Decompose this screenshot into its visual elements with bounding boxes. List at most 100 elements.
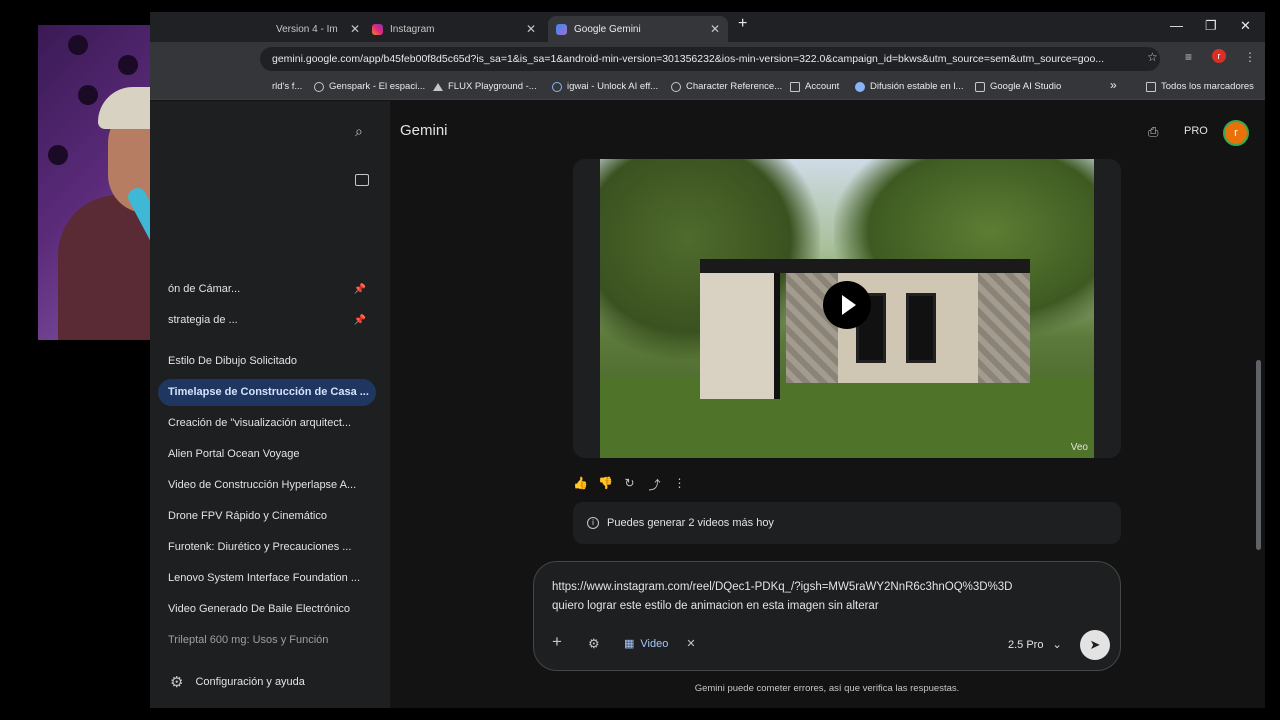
page-title[interactable]: Gemini bbox=[400, 122, 448, 139]
sidebar-item[interactable]: Creación de "visualización arquitect... bbox=[158, 410, 376, 437]
response-actions: 👍 👎 ↻ ⤴ ⋮ bbox=[573, 476, 686, 493]
disclaimer: Gemini puede cometer errores, así que ve… bbox=[694, 683, 960, 694]
sidebar-item[interactable]: Furotenk: Diurético y Precauciones ... bbox=[158, 534, 376, 561]
sidebar-item[interactable]: Trileptal 600 mg: Usos y Función bbox=[158, 627, 376, 654]
add-icon[interactable]: + bbox=[552, 632, 562, 652]
close-icon[interactable]: ✕ bbox=[710, 22, 720, 36]
thumbs-down-icon[interactable]: 👎 bbox=[598, 476, 613, 493]
video-frame-house bbox=[700, 259, 1030, 399]
sidebar-item-label: Drone FPV Rápido y Cinemático bbox=[168, 510, 327, 522]
sidebar-item-label: Lenovo System Interface Foundation ... bbox=[168, 572, 361, 584]
tab-gemini[interactable]: Google Gemini ✕ bbox=[548, 16, 728, 42]
settings-button[interactable]: ⚙ Configuración y ayuda bbox=[170, 673, 305, 691]
chevron-down-icon: ⌄ bbox=[1052, 639, 1062, 651]
address-toolbar: gemini.google.com/app/b45feb00f8d5c65d?i… bbox=[150, 42, 1265, 76]
sidebar-item[interactable]: Video Generado De Baile Electrónico bbox=[158, 596, 376, 623]
sidebar-item[interactable]: strategia de ... 📌 bbox=[158, 307, 376, 334]
browser-window: Version 4 - Im ✕ Instagram ✕ Google Gemi… bbox=[150, 12, 1265, 708]
video-tool-chip[interactable]: ▦ Video ✕ bbox=[624, 637, 696, 651]
pro-badge: PRO bbox=[1184, 125, 1208, 137]
info-icon: i bbox=[587, 517, 599, 530]
bookmark-label: Todos los marcadores bbox=[1161, 81, 1254, 92]
all-bookmarks-button[interactable]: Todos los marcadores bbox=[1146, 81, 1254, 92]
sidebar-item[interactable]: Estilo De Dibujo Solicitado bbox=[158, 348, 376, 375]
close-icon[interactable]: ✕ bbox=[686, 637, 695, 650]
more-options-icon[interactable]: ⋮ bbox=[673, 476, 686, 493]
star-icon[interactable]: ☆ bbox=[1147, 50, 1158, 64]
media-icon[interactable]: ≡ bbox=[1185, 50, 1192, 64]
notice-text: Puedes generar 2 videos más hoy bbox=[607, 517, 774, 529]
calendar-icon: ▦ bbox=[624, 638, 635, 650]
prompt-input[interactable]: https://www.instagram.com/reel/DQec1-PDK… bbox=[552, 578, 1102, 616]
tab-title: Google Gemini bbox=[574, 23, 641, 35]
bookmark-label: Google AI Studio bbox=[990, 81, 1062, 92]
close-window-icon[interactable]: ✕ bbox=[1240, 18, 1251, 34]
bookmark-item[interactable]: Character Reference... bbox=[671, 81, 782, 92]
play-icon[interactable] bbox=[823, 281, 871, 329]
bookmarks-overflow-button[interactable]: » bbox=[1110, 78, 1117, 92]
new-tab-button[interactable]: + bbox=[738, 15, 747, 33]
close-icon[interactable]: ✕ bbox=[350, 22, 360, 36]
igwai-icon bbox=[552, 81, 562, 92]
bookmark-label: Difusión estable en l... bbox=[870, 81, 964, 92]
tab-title: Version 4 - Im bbox=[276, 23, 338, 35]
video-quota-notice: i Puedes generar 2 videos más hoy bbox=[573, 502, 1121, 544]
share-icon[interactable]: ⤴ bbox=[648, 476, 661, 493]
model-selector[interactable]: 2.5 Pro ⌄ bbox=[1008, 638, 1062, 651]
new-chat-icon[interactable] bbox=[355, 174, 369, 186]
veo-watermark: Veo bbox=[1070, 442, 1088, 453]
bookmark-label: FLUX Playground -... bbox=[448, 81, 537, 92]
bookmark-item[interactable]: Genspark - El espaci... bbox=[314, 81, 425, 92]
sidebar-item[interactable]: Drone FPV Rápido y Cinemático bbox=[158, 503, 376, 530]
sidebar-item-label: strategia de ... bbox=[168, 314, 238, 326]
bookmark-label: Account bbox=[805, 81, 840, 92]
chip-label: Video bbox=[640, 637, 669, 650]
sidebar-item-label: Timelapse de Construcción de Casa ... bbox=[168, 386, 369, 398]
sidebar: ⌕ ón de Cámar... 📌 strategia de ... 📌 Esti… bbox=[150, 101, 390, 708]
tab-version4[interactable]: Version 4 - Im ✕ bbox=[268, 16, 368, 42]
diffusion-icon bbox=[855, 81, 865, 92]
tab-title: Instagram bbox=[390, 23, 435, 35]
bookmark-item[interactable]: FLUX Playground -... bbox=[433, 81, 537, 92]
avatar[interactable]: r bbox=[1223, 120, 1249, 146]
profile-avatar[interactable]: r bbox=[1212, 49, 1226, 63]
bookmark-item[interactable]: igwai - Unlock AI eff... bbox=[552, 81, 658, 92]
thumbs-up-icon[interactable]: 👍 bbox=[573, 476, 588, 493]
prompt-composer: https://www.instagram.com/reel/DQec1-PDK… bbox=[533, 561, 1121, 671]
video-card: Veo bbox=[573, 159, 1121, 458]
instagram-icon bbox=[372, 23, 383, 35]
regenerate-icon[interactable]: ↻ bbox=[623, 476, 636, 493]
bookmark-label: rld's f... bbox=[272, 81, 303, 92]
search-icon[interactable]: ⌕ bbox=[355, 123, 363, 140]
restore-icon[interactable]: ❐ bbox=[1205, 18, 1217, 34]
gear-icon: ⚙ bbox=[170, 674, 184, 691]
print-icon[interactable]: ⎙ bbox=[1148, 124, 1158, 140]
sidebar-item[interactable]: ón de Cámar... 📌 bbox=[158, 276, 376, 303]
sidebar-item-label: Furotenk: Diurético y Precauciones ... bbox=[168, 541, 352, 553]
sidebar-item-label: Video Generado De Baile Electrónico bbox=[168, 603, 351, 615]
bookmark-item[interactable]: rld's f... bbox=[272, 81, 302, 92]
sidebar-item[interactable]: Alien Portal Ocean Voyage bbox=[158, 441, 376, 468]
tab-instagram[interactable]: Instagram ✕ bbox=[364, 16, 544, 42]
more-menu-icon[interactable]: ⋮ bbox=[1244, 50, 1256, 64]
pin-icon: 📌 bbox=[353, 315, 366, 326]
sidebar-item-label: Trileptal 600 mg: Usos y Función bbox=[168, 634, 329, 646]
sidebar-item-label: Video de Construcción Hyperlapse A... bbox=[168, 479, 357, 491]
sidebar-item-active[interactable]: Timelapse de Construcción de Casa ... bbox=[158, 379, 376, 406]
bookmark-item[interactable]: Difusión estable en l... bbox=[855, 81, 963, 92]
sidebar-item[interactable]: Lenovo System Interface Foundation ... bbox=[158, 565, 376, 592]
scrollbar[interactable] bbox=[1256, 360, 1261, 550]
tools-icon[interactable]: ⚙ bbox=[588, 636, 600, 652]
flux-icon bbox=[433, 82, 443, 91]
video-preview[interactable]: Veo bbox=[600, 159, 1094, 458]
sidebar-item[interactable]: Video de Construcción Hyperlapse A... bbox=[158, 472, 376, 499]
bookmark-item[interactable]: Account bbox=[790, 81, 839, 92]
minimize-icon[interactable]: — bbox=[1170, 18, 1183, 33]
address-bar[interactable]: gemini.google.com/app/b45feb00f8d5c65d?i… bbox=[260, 47, 1160, 71]
send-button[interactable]: ➤ bbox=[1080, 630, 1110, 660]
bookmarks-bar: rld's f... Genspark - El espaci... FLUX … bbox=[150, 76, 1265, 100]
sidebar-item-label: Alien Portal Ocean Voyage bbox=[168, 448, 300, 460]
ai-studio-icon bbox=[975, 81, 985, 92]
bookmark-item[interactable]: Google AI Studio bbox=[975, 81, 1061, 92]
close-icon[interactable]: ✕ bbox=[526, 22, 536, 36]
